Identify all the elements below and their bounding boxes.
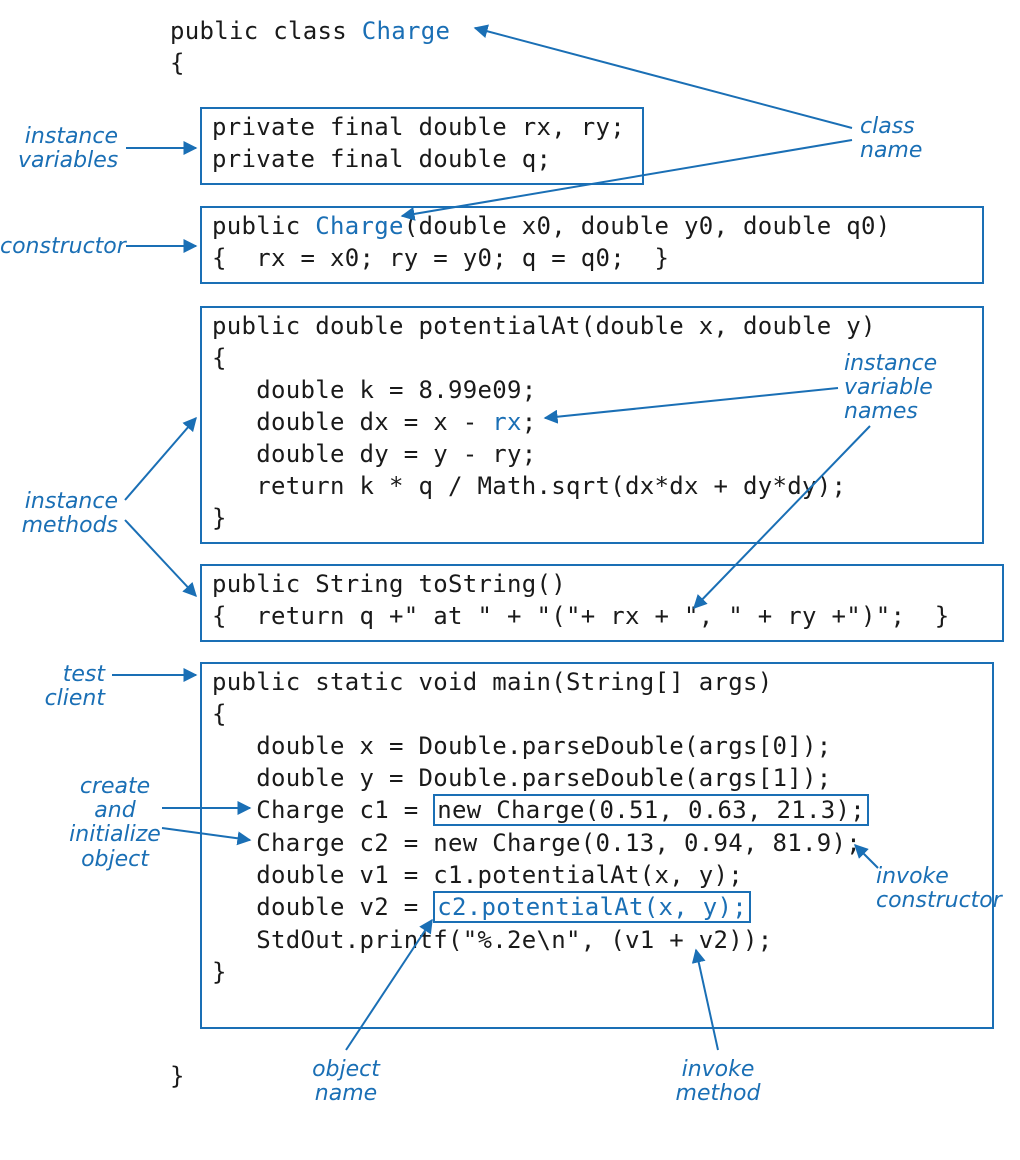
m1-open: { — [212, 342, 227, 374]
ctor-sig-post: (double x0, double y0, double q0) — [404, 212, 891, 240]
label-instance-variables: instance variables — [18, 125, 118, 173]
label-invoke-method: invoke method — [668, 1058, 768, 1106]
m1-l3: double k = 8.99e09; — [212, 374, 536, 406]
ivar-line-2: private final double q; — [212, 143, 551, 175]
main-l8: double v2 = c2.potentialAt(x, y); — [212, 891, 751, 923]
label-ivar-names: instance variable names — [844, 352, 937, 425]
label-object-name: object name — [296, 1058, 396, 1106]
m1-close: } — [212, 502, 227, 534]
main-l6: Charge c2 = new Charge(0.13, 0.94, 81.9)… — [212, 827, 861, 859]
m1-l4c: ; — [522, 408, 537, 436]
main-l5a: Charge c1 = — [212, 796, 433, 824]
new-charge-box: new Charge(0.51, 0.63, 21.3); — [433, 794, 869, 826]
ctor-body: { rx = x0; ry = y0; q = q0; } — [212, 242, 669, 274]
m1-l4: double dx = x - rx; — [212, 406, 537, 438]
main-open: { — [212, 698, 227, 730]
main-l7: double v1 = c1.potentialAt(x, y); — [212, 859, 743, 891]
m2-sig: public String toString() — [212, 568, 566, 600]
ctor-sig-pre: public — [212, 212, 315, 240]
main-l5: Charge c1 = new Charge(0.51, 0.63, 21.3)… — [212, 794, 869, 826]
m1-l4a: double dx = x - — [212, 408, 492, 436]
main-sig: public static void main(String[] args) — [212, 666, 772, 698]
invoke-method-box: c2.potentialAt(x, y); — [433, 891, 751, 923]
class-name-token: Charge — [362, 17, 451, 45]
main-l4: double y = Double.parseDouble(args[1]); — [212, 762, 831, 794]
m1-sig: public double potentialAt(double x, doub… — [212, 310, 876, 342]
m1-l5: double dy = y - ry; — [212, 438, 536, 470]
ctor-sig-name: Charge — [315, 212, 404, 240]
ctor-sig: public Charge(double x0, double y0, doub… — [212, 210, 890, 242]
m2-body: { return q +" at " + "("+ rx + ", " + ry… — [212, 600, 949, 632]
m1-l6: return k * q / Math.sqrt(dx*dx + dy*dy); — [212, 470, 846, 502]
kw-public-class: public class — [170, 17, 362, 45]
main-l3: double x = Double.parseDouble(args[0]); — [212, 730, 831, 762]
ivar-line-1: private final double rx, ry; — [212, 111, 625, 143]
class-close-brace: } — [170, 1060, 185, 1092]
main-close: } — [212, 956, 227, 988]
class-declaration: public class Charge — [170, 15, 450, 47]
main-l9: StdOut.printf("%.2e\n", (v1 + v2)); — [212, 924, 772, 956]
class-open-brace: { — [170, 47, 185, 79]
m1-l4-rx: rx — [492, 408, 522, 436]
label-create-object: create and initialize object — [65, 775, 165, 872]
label-invoke-ctor: invoke constructor — [876, 865, 1002, 913]
label-constructor: constructor — [0, 235, 118, 259]
label-class-name: class name — [860, 115, 922, 163]
main-l8a: double v2 = — [212, 893, 433, 921]
label-test-client: test client — [0, 663, 105, 711]
label-instance-methods: instance methods — [18, 490, 118, 538]
